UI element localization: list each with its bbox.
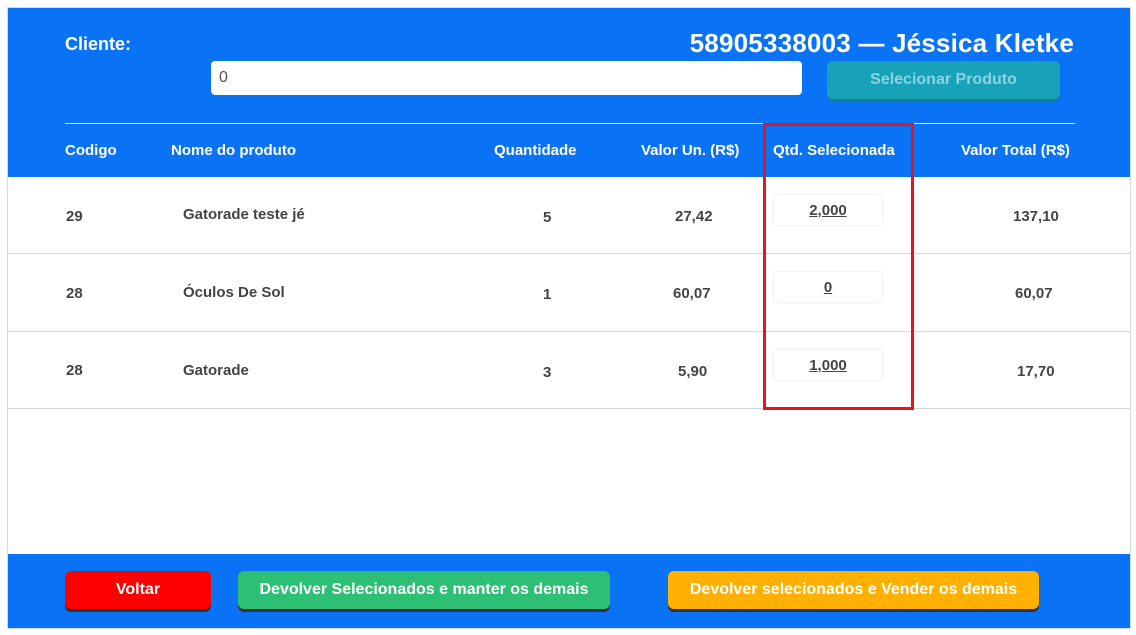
- cell-codigo: 28: [66, 285, 83, 302]
- table-row: 28 Gatorade 3 5,90 1,000 17,70: [8, 332, 1130, 409]
- devolver-manter-button[interactable]: Devolver Selecionados e manter os demais: [238, 571, 610, 609]
- cliente-label: Cliente:: [65, 34, 132, 54]
- cell-valor-un: 27,42: [675, 208, 713, 225]
- cell-quantidade: 5: [543, 209, 552, 226]
- cell-valor-total: 60,07: [1015, 285, 1053, 302]
- column-header-valor-un: Valor Un. (R$): [641, 142, 740, 159]
- qtd-selecionada-link[interactable]: 1,000: [809, 357, 847, 374]
- cell-valor-un: 60,07: [673, 285, 711, 302]
- select-product-button[interactable]: Selecionar Produto: [827, 61, 1060, 99]
- voltar-button[interactable]: Voltar: [65, 571, 211, 609]
- qtd-selecionada-link[interactable]: 2,000: [809, 202, 847, 219]
- header-panel: Cliente: 58905338003 — Jéssica Kletke Se…: [8, 8, 1130, 177]
- cell-nome: Óculos De Sol: [183, 284, 285, 301]
- table-row: 29 Gatorade teste jé 5 27,42 2,000 137,1…: [8, 177, 1130, 254]
- cell-valor-total: 17,70: [1017, 363, 1055, 380]
- cliente-name: 58905338003 — Jéssica Kletke: [689, 28, 1074, 58]
- page-frame: Cliente: 58905338003 — Jéssica Kletke Se…: [7, 7, 1131, 629]
- devolver-vender-button[interactable]: Devolver selecionados e Vender os demais: [668, 571, 1039, 609]
- column-header-quantidade: Quantidade: [494, 142, 577, 159]
- cell-nome: Gatorade teste jé: [183, 206, 305, 223]
- column-header-codigo: Codigo: [65, 142, 117, 159]
- qtd-selecionada-field[interactable]: 2,000: [774, 195, 882, 225]
- column-header-valor-total: Valor Total (R$): [961, 142, 1070, 159]
- table-row: 28 Óculos De Sol 1 60,07 0 60,07: [8, 255, 1130, 332]
- header-divider: [65, 123, 1075, 124]
- cell-codigo: 29: [66, 208, 83, 225]
- cell-valor-un: 5,90: [678, 363, 708, 380]
- cell-codigo: 28: [66, 362, 83, 379]
- product-search-input[interactable]: [211, 61, 802, 95]
- qtd-selecionada-field[interactable]: 0: [774, 272, 882, 302]
- column-header-qtd-selecionada: Qtd. Selecionada: [773, 142, 895, 159]
- qtd-selecionada-link[interactable]: 0: [824, 279, 832, 296]
- column-header-nome: Nome do produto: [171, 142, 296, 159]
- cell-valor-total: 137,10: [1013, 208, 1059, 225]
- qtd-selecionada-field[interactable]: 1,000: [774, 350, 882, 380]
- footer-panel: Voltar Devolver Selecionados e manter os…: [8, 554, 1130, 628]
- cell-quantidade: 3: [543, 364, 552, 381]
- cell-nome: Gatorade: [183, 362, 249, 379]
- cell-quantidade: 1: [543, 286, 552, 303]
